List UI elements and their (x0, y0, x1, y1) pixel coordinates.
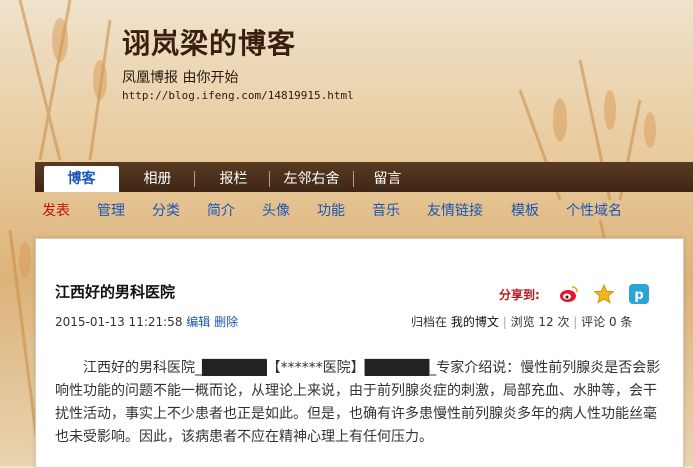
blog-title: 诩岚梁的博客 (122, 27, 297, 60)
post-stats: 归档在 我的博文 | 浏览 12 次 | 评论 0 条 (411, 313, 632, 330)
post-title[interactable]: 江西好的男科医院 (55, 281, 175, 302)
share-label: 分享到: (499, 288, 540, 302)
view-count: 浏览 12 次 (510, 315, 570, 329)
tab-newspaper[interactable]: 报栏 (211, 166, 256, 192)
weibo-icon[interactable] (558, 283, 580, 305)
subnav-custom-domain[interactable]: 个性域名 (566, 200, 622, 220)
subnav-music[interactable]: 音乐 (372, 200, 400, 220)
nav-divider (269, 171, 270, 187)
stats-divider: | (573, 315, 578, 329)
body-text-1: 江西好的男科医院_ (83, 360, 202, 376)
nav-divider (353, 171, 354, 187)
delete-link[interactable]: 删除 (214, 315, 238, 329)
qzone-icon[interactable]: p (628, 283, 650, 305)
stats-divider: | (502, 315, 507, 329)
tab-album[interactable]: 相册 (135, 166, 180, 192)
subnav-category[interactable]: 分类 (152, 200, 180, 220)
body-text-2: 【******医院】 (266, 360, 365, 376)
post-panel: 江西好的男科医院 分享到: p 2015-01-13 11:21:58 编辑 删… (35, 238, 684, 468)
subnav-profile[interactable]: 简介 (207, 200, 235, 220)
tab-blog[interactable]: 博客 (44, 166, 119, 192)
main-nav: 博客 相册 报栏 左邻右舍 留言 (35, 162, 693, 192)
sub-nav: 发表 管理 分类 简介 头像 功能 音乐 友情链接 模板 个性域名 (35, 196, 693, 222)
redacted-block: ██████ (364, 360, 430, 376)
edit-link[interactable]: 编辑 (186, 315, 210, 329)
category-prefix: 归档在 (411, 315, 448, 329)
subnav-avatar[interactable]: 头像 (262, 200, 290, 220)
subnav-friend-links[interactable]: 友情链接 (427, 200, 483, 220)
nav-divider (194, 171, 195, 187)
blog-url[interactable]: http://blog.ifeng.com/14819915.html (122, 89, 354, 102)
star-icon[interactable] (593, 283, 615, 305)
blog-subtitle: 凤凰博报 由你开始 (122, 70, 239, 86)
subnav-features[interactable]: 功能 (317, 200, 345, 220)
subnav-manage[interactable]: 管理 (97, 200, 125, 220)
category-link[interactable]: 我的博文 (451, 315, 499, 329)
tab-neighbors[interactable]: 左邻右舍 (279, 166, 344, 192)
post-body: 江西好的男科医院_██████【******医院】██████_专家介绍说：慢性… (55, 357, 663, 449)
svg-text:p: p (634, 288, 643, 303)
subnav-post[interactable]: 发表 (42, 200, 70, 220)
comment-count[interactable]: 评论 0 条 (581, 315, 632, 329)
post-date: 2015-01-13 11:21:58 (55, 315, 183, 329)
subnav-template[interactable]: 模板 (511, 200, 539, 220)
tab-messages[interactable]: 留言 (365, 166, 410, 192)
redacted-block: ██████ (202, 360, 267, 376)
